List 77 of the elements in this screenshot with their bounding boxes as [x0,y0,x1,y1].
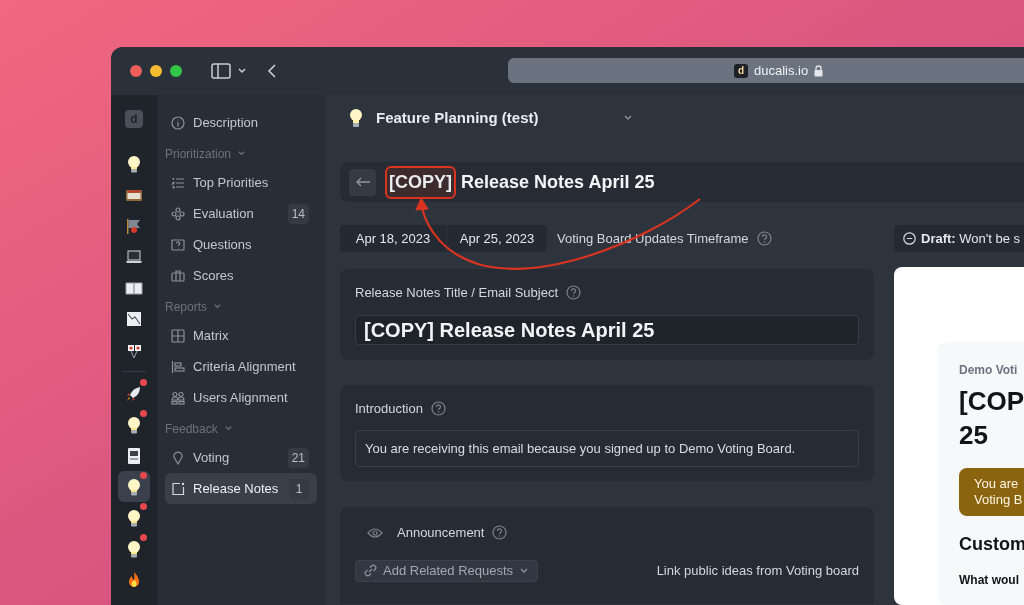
help-icon[interactable] [492,525,508,541]
question-text: What woul [959,572,1020,589]
start-date-field[interactable]: Apr 18, 2023 [340,225,446,252]
minus-circle-icon [903,232,916,245]
lightbulb-icon [125,415,143,434]
email-title: [COP 25 [959,385,1024,452]
hint-text: Link public ideas from Voting board [656,561,859,580]
sidebar-item[interactable]: Description [165,107,317,138]
add-related-requests-button[interactable]: Add Related Requests [355,559,539,582]
flag-icon [125,216,143,235]
count-badge: 14 [287,203,309,224]
chevron-down-icon[interactable] [237,67,247,75]
sidebar-item[interactable]: Evaluation 14 [165,198,317,229]
alignment-icon [171,359,185,374]
sidebar-item[interactable]: Voting 21 [165,442,317,473]
users-icon [171,390,185,405]
board-name[interactable]: Feature Planning (test) [376,106,539,130]
field-label: Announcement [397,524,485,542]
maximize-window-button[interactable] [170,65,182,77]
sidebar-item[interactable]: Questions [165,229,317,260]
rail-item[interactable] [118,471,150,502]
back-button[interactable] [349,168,376,196]
timeframe-label: Voting Board Updates Timeframe [557,229,749,248]
chevron-down-icon [519,566,530,575]
field-label: Introduction [355,399,423,418]
chevron-down-icon [223,425,233,432]
back-icon[interactable] [267,63,277,79]
chart-icon [125,309,143,328]
arrow-left-icon [354,177,371,188]
favicon: d [734,63,748,78]
url-text: ducalis.io [754,61,809,80]
chevron-down-icon [237,150,247,157]
address-bar[interactable]: d ducalis.io [508,58,1024,83]
numbered-list-icon [171,175,185,190]
help-icon[interactable] [566,285,582,301]
end-date-field[interactable]: Apr 25, 2023 [447,225,547,252]
lightbulb-icon [348,108,364,129]
lightbulb-icon [125,508,143,527]
question-box-icon [171,237,185,252]
pin-icon [171,450,185,465]
page-title: Release Notes April 25 [461,170,655,194]
grid-icon [171,328,185,343]
sidebar-item[interactable]: Release Notes 1 [165,473,317,504]
nodes-icon [171,206,185,221]
link-icon [364,564,377,577]
draft-status-text: Draft: Won't be s [921,229,1021,248]
note-icon [171,481,185,496]
chevron-down-icon [213,303,223,310]
lightbulb-icon [125,154,143,173]
site-name: Demo Voti [959,362,1019,379]
sidebar-item[interactable]: Criteria Alignment [165,351,317,382]
card-icon [125,446,143,465]
count-badge: 1 [289,478,309,499]
field-label: Release Notes Title / Email Subject [355,284,559,302]
help-icon[interactable] [430,400,446,416]
close-window-button[interactable] [130,65,142,77]
info-icon [171,115,185,130]
sidebar-item[interactable]: Matrix [165,320,317,351]
count-badge: 21 [287,447,309,468]
notice-banner: You are Voting B [959,468,1024,516]
lock-icon [814,64,824,77]
sidebar-item[interactable]: Users Alignment [165,382,317,413]
sidebar-item[interactable]: Top Priorities [165,167,317,198]
highlighted-title-text: [COPY] [385,165,456,199]
sidebar-item[interactable]: Scores [165,260,317,291]
lightbulb-icon [125,539,143,558]
introduction-text-field[interactable]: You are receiving this email because you signed up to Demo Voting Board. [355,430,859,467]
subject-input-field[interactable]: [COPY] Release Notes April 25 [355,314,859,345]
section-heading: Custom [959,533,1024,556]
rocket-icon [125,384,143,403]
briefcase-icon [171,268,185,283]
laptop-icon [125,247,143,266]
minimize-window-button[interactable] [150,65,162,77]
lightbulb-icon [125,477,143,496]
sidebar-toggle-icon[interactable] [211,63,231,79]
eye-icon[interactable] [367,526,383,539]
help-icon[interactable] [756,231,772,246]
